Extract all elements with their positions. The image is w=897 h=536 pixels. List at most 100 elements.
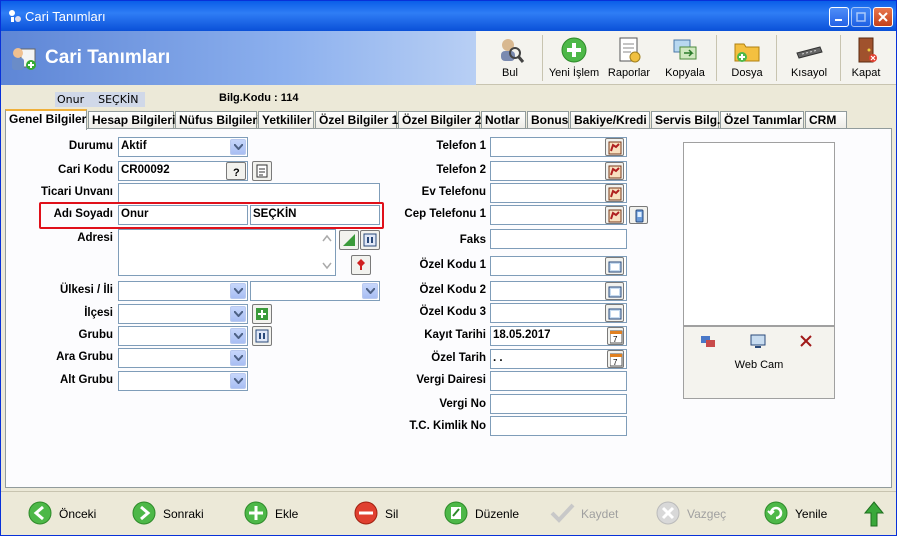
tab-balance-credit[interactable]: Bakiye/Kredi — [570, 111, 650, 129]
shortcut-button[interactable]: Kısayol — [784, 31, 834, 85]
load-photo-icon[interactable] — [700, 333, 716, 349]
previous-button[interactable]: Önceki — [27, 500, 107, 528]
city-select[interactable] — [250, 281, 380, 301]
tax-office-field[interactable] — [490, 371, 627, 391]
tab-notes[interactable]: Notlar — [481, 111, 526, 129]
status-value: Aktif — [121, 140, 147, 152]
mobile-phone-label: Cep Telefonu 1 — [404, 208, 486, 220]
registration-date-value: 18.05.2017 — [493, 329, 551, 341]
copy-button[interactable]: Kopyala — [660, 31, 710, 85]
call-mobile-button[interactable] — [605, 206, 624, 224]
resize-button[interactable] — [339, 230, 359, 250]
tab-crm[interactable]: CRM — [805, 111, 847, 129]
registration-calendar-button[interactable]: 7 — [607, 327, 624, 345]
tab-special-2[interactable]: Özel Bilgiler 2 — [398, 111, 481, 129]
scrollbar[interactable] — [321, 232, 333, 272]
sms-button[interactable] — [629, 206, 648, 224]
keyboard-icon — [796, 46, 823, 59]
tab-custom-definitions[interactable]: Özel Tanımlar — [720, 111, 804, 129]
toolbar-separator — [776, 35, 777, 81]
tax-office-label: Vergi Dairesi — [416, 374, 486, 386]
reports-button[interactable]: Raporlar — [606, 31, 652, 85]
folder-icon — [734, 43, 760, 62]
special-code-1-lookup[interactable] — [605, 257, 624, 275]
photo-box[interactable] — [683, 142, 835, 326]
address-textarea[interactable] — [118, 229, 336, 276]
file-button[interactable]: Dosya — [724, 31, 770, 85]
arrow-up-icon[interactable] — [863, 500, 885, 528]
webcam-label[interactable]: Web Cam — [684, 359, 834, 371]
trade-name-label: Ticari Unvanı — [40, 186, 113, 198]
form-header: Cari Tanımları — [1, 31, 476, 85]
chevron-down-icon[interactable] — [230, 373, 246, 389]
special-code-3-lookup[interactable] — [605, 304, 624, 322]
chevron-down-icon[interactable] — [230, 306, 246, 322]
exit-door-icon — [858, 37, 877, 63]
district-select[interactable] — [118, 304, 248, 324]
edit-button[interactable]: Düzenle — [443, 500, 523, 528]
map-button[interactable] — [360, 230, 380, 250]
delete-photo-icon[interactable] — [798, 333, 814, 349]
tab-authorized[interactable]: Yetkililer — [258, 111, 314, 129]
country-select[interactable] — [118, 281, 248, 301]
minimize-button[interactable] — [829, 7, 849, 27]
document-button[interactable] — [252, 161, 272, 181]
pin-icon — [357, 259, 365, 270]
search-user-icon — [501, 39, 525, 63]
find-button[interactable]: Bul — [490, 31, 530, 85]
pin-button[interactable] — [351, 255, 371, 275]
phone-icon — [608, 141, 622, 155]
tab-population[interactable]: Nüfus Bilgileri — [175, 111, 260, 129]
add-button[interactable]: Ekle — [243, 500, 313, 528]
fax-field[interactable] — [490, 229, 627, 249]
special-code-2-lookup[interactable] — [605, 282, 624, 300]
document-icon — [256, 164, 268, 178]
tab-service[interactable]: Servis Bilg. — [651, 111, 720, 129]
status-select[interactable]: Aktif — [118, 137, 248, 157]
chevron-down-icon[interactable] — [230, 139, 246, 155]
tab-account[interactable]: Hesap Bilgileri — [88, 111, 175, 129]
tab-general[interactable]: Genel Bilgiler — [5, 109, 87, 130]
panel-icon — [255, 329, 269, 343]
remove-icon — [354, 501, 378, 525]
help-button[interactable]: ? — [226, 162, 246, 180]
chevron-down-icon[interactable] — [362, 283, 378, 299]
exit-button[interactable]: Kapat — [846, 31, 886, 85]
close-button[interactable] — [873, 7, 893, 27]
copy-icon — [673, 39, 697, 60]
delete-button[interactable]: Sil — [353, 500, 413, 528]
call-phone-1-button[interactable] — [605, 138, 624, 156]
save-button[interactable]: Kaydet — [549, 500, 629, 528]
cancel-button[interactable]: Vazgeç — [655, 500, 735, 528]
toolbar-separator — [840, 35, 841, 81]
sub-group-label: Ara Grubu — [56, 351, 113, 363]
special-date-value: . . — [493, 352, 503, 364]
panel-icon — [363, 233, 377, 247]
group-select[interactable] — [118, 326, 248, 346]
new-transaction-button[interactable]: Yeni İşlem — [546, 31, 602, 85]
checkmark-icon — [550, 503, 575, 523]
delete-label: Sil — [385, 507, 399, 521]
national-id-field[interactable] — [490, 416, 627, 436]
lower-group-select[interactable] — [118, 371, 248, 391]
call-phone-2-button[interactable] — [605, 162, 624, 180]
svg-text:7: 7 — [613, 358, 618, 367]
monitor-icon[interactable] — [750, 333, 766, 349]
tab-bonus[interactable]: Bonus — [527, 111, 569, 129]
maximize-button[interactable] — [851, 7, 871, 27]
special-date-calendar-button[interactable]: 7 — [607, 350, 624, 368]
tab-special-1[interactable]: Özel Bilgiler 1 — [315, 111, 398, 129]
next-button[interactable]: Sonraki — [131, 500, 211, 528]
chevron-down-icon[interactable] — [230, 283, 246, 299]
tax-number-field[interactable] — [490, 394, 627, 414]
add-icon — [561, 37, 587, 63]
add-district-button[interactable] — [252, 304, 272, 324]
group-list-button[interactable] — [252, 326, 272, 346]
chevron-down-icon[interactable] — [230, 328, 246, 344]
trade-name-field[interactable] — [118, 183, 380, 203]
call-home-button[interactable] — [605, 184, 624, 202]
sub-group-select[interactable] — [118, 348, 248, 368]
chevron-down-icon[interactable] — [230, 350, 246, 366]
record-code: Bilg.Kodu : 114 — [219, 92, 299, 104]
refresh-button[interactable]: Yenile — [763, 500, 843, 528]
